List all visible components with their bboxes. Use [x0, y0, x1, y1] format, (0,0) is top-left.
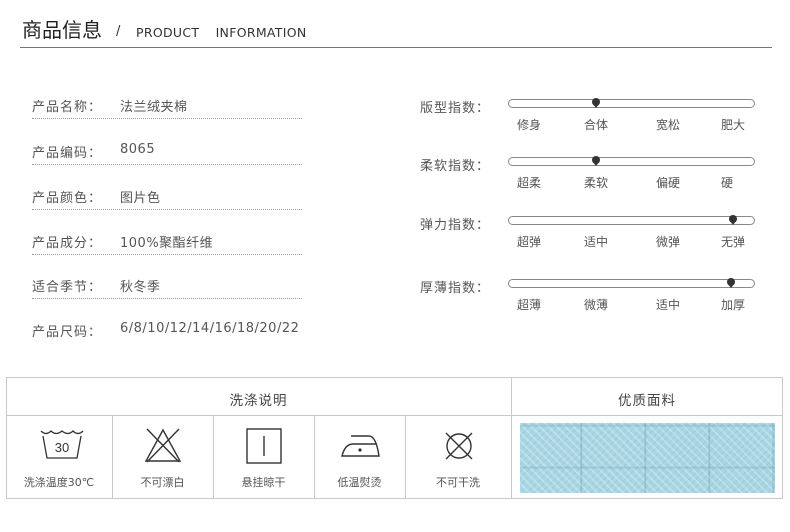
info-row-season: 适合季节： 秋冬季 — [32, 270, 302, 300]
thickness-index-track — [508, 279, 755, 288]
info-row-color: 产品颜色： 图片色 — [32, 181, 302, 211]
low-iron-icon — [341, 435, 380, 457]
hang-dry-icon — [246, 428, 282, 464]
info-label: 产品尺码： — [32, 325, 103, 340]
care-label: 悬挂晾干 — [241, 476, 286, 489]
thickness-tick-4: 加厚 — [720, 298, 745, 312]
info-label: 适合季节： — [32, 280, 103, 295]
fit-index-label: 版型指数： — [420, 101, 491, 116]
title-separator: / — [116, 24, 121, 39]
wash-30-icon: 30 — [40, 430, 84, 459]
info-label: 产品编码： — [32, 146, 103, 161]
thickness-tick-2: 微薄 — [583, 298, 608, 312]
fit-index-track — [508, 99, 755, 108]
info-value: 8065 — [120, 142, 156, 157]
no-dryclean-icon — [445, 432, 473, 460]
dotted-divider — [32, 254, 302, 255]
fit-tick-1: 修身 — [516, 118, 541, 132]
info-label: 产品成分： — [32, 236, 103, 251]
header-divider — [20, 47, 772, 48]
elasticity-tick-2: 适中 — [583, 235, 608, 249]
info-label: 产品颜色： — [32, 191, 103, 206]
info-row-material: 产品成分： 100%聚酯纤维 — [32, 226, 302, 256]
fit-tick-2: 合体 — [583, 118, 608, 132]
care-title: 洗涤说明 — [229, 393, 288, 409]
thickness-tick-1: 超薄 — [516, 298, 541, 312]
info-value: 秋冬季 — [120, 280, 161, 295]
info-row-name: 产品名称： 法兰绒夹棉 — [32, 90, 302, 120]
info-value: 图片色 — [120, 191, 161, 206]
care-label: 不可漂白 — [140, 476, 185, 489]
dotted-divider — [32, 164, 302, 165]
elasticity-tick-4: 无弹 — [720, 235, 745, 249]
softness-tick-1: 超柔 — [516, 176, 541, 190]
thickness-tick-3: 适中 — [655, 298, 680, 312]
dotted-divider — [32, 209, 302, 210]
care-label: 不可干洗 — [436, 476, 480, 489]
page-title: 商品信息 — [22, 18, 102, 42]
info-value: 6/8/10/12/14/16/18/20/22 — [120, 321, 300, 336]
info-row-size: 产品尺码： 6/8/10/12/14/16/18/20/22 — [32, 315, 302, 345]
wash-temp: 30 — [55, 440, 69, 455]
dotted-divider — [32, 118, 302, 119]
info-value: 法兰绒夹棉 — [120, 100, 188, 115]
fabric-title: 优质面料 — [618, 393, 676, 409]
fit-tick-3: 宽松 — [655, 118, 680, 132]
care-label: 洗涤温度30℃ — [23, 476, 95, 489]
softness-index-track — [508, 157, 755, 166]
table-header-divider — [6, 415, 783, 416]
dotted-divider — [32, 298, 302, 299]
care-label: 低温熨烫 — [337, 476, 382, 489]
elasticity-tick-1: 超弹 — [516, 235, 541, 249]
softness-index-label: 柔软指数： — [420, 159, 491, 174]
elasticity-index-label: 弹力指数： — [420, 218, 491, 233]
page-subtitle: PRODUCT INFORMATION — [136, 25, 307, 40]
info-row-code: 产品编码： 8065 — [32, 136, 302, 166]
info-label: 产品名称： — [32, 100, 103, 115]
elasticity-tick-3: 微弹 — [655, 235, 680, 249]
no-bleach-icon — [144, 428, 182, 463]
fabric-swatch-image — [520, 423, 775, 493]
softness-tick-4: 硬 — [720, 176, 733, 190]
thickness-index-label: 厚薄指数： — [420, 281, 491, 296]
info-value: 100%聚酯纤维 — [120, 236, 214, 251]
elasticity-index-track — [508, 216, 755, 225]
softness-tick-3: 偏硬 — [655, 176, 680, 190]
softness-tick-2: 柔软 — [583, 176, 608, 190]
fit-tick-4: 肥大 — [720, 118, 745, 132]
